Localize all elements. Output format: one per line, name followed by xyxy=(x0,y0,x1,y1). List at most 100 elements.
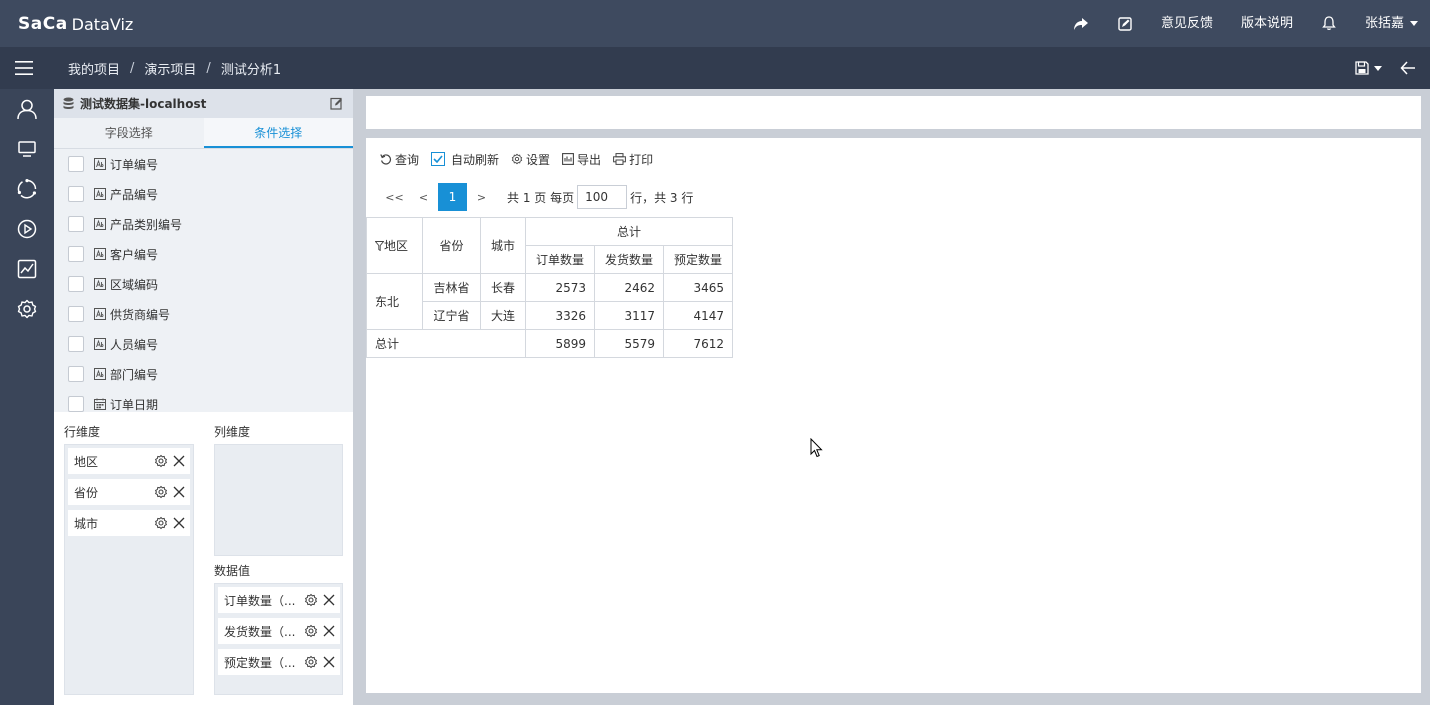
breadcrumb-item-current: 测试分析1 xyxy=(220,62,282,78)
prev-page-button[interactable]: < xyxy=(409,183,438,211)
field-label: 订单编号 xyxy=(110,157,159,172)
breadcrumb-item-demo[interactable]: 演示项目 xyxy=(144,59,196,78)
save-menu-button[interactable] xyxy=(1355,61,1382,75)
text-field-icon xyxy=(94,158,106,170)
field-item[interactable]: 部门编号 xyxy=(54,359,353,389)
field-item[interactable]: 订单编号 xyxy=(54,149,353,179)
value-chip[interactable]: 订单数量（... xyxy=(218,587,340,613)
cell-province: 辽宁省 xyxy=(422,301,481,330)
field-checkbox[interactable] xyxy=(68,246,84,262)
chevron-down-icon xyxy=(1410,21,1418,26)
bell-icon[interactable] xyxy=(1307,0,1351,47)
first-page-button[interactable]: << xyxy=(380,183,409,211)
field-checkbox[interactable] xyxy=(68,186,84,202)
auto-refresh-checkbox[interactable] xyxy=(431,152,446,166)
close-icon[interactable] xyxy=(322,624,336,638)
breadcrumb: 我的项目 / 演示项目 / 测试分析1 xyxy=(68,47,281,89)
row-dims-dropzone[interactable]: 地区 省份 城市 xyxy=(64,444,194,695)
field-checkbox[interactable] xyxy=(68,396,84,412)
gear-icon[interactable] xyxy=(304,624,318,638)
close-icon[interactable] xyxy=(322,655,336,669)
header-province: 省份 xyxy=(422,217,481,274)
rail-item-monitor[interactable] xyxy=(0,129,54,169)
tab-fields[interactable]: 字段选择 xyxy=(54,118,204,148)
share-icon[interactable] xyxy=(1059,0,1103,47)
cell-total-value: 5579 xyxy=(594,329,664,358)
gear-icon[interactable] xyxy=(154,485,168,499)
gear-icon[interactable] xyxy=(154,516,168,530)
chip-label: 城市 xyxy=(74,516,99,531)
print-button[interactable]: 打印 xyxy=(613,151,653,168)
row-dim-chip[interactable]: 省份 xyxy=(68,479,190,505)
feedback-link[interactable]: 意见反馈 xyxy=(1147,0,1227,47)
chip-label: 预定数量（... xyxy=(224,655,296,670)
cell-value: 3117 xyxy=(594,301,664,330)
app-logo[interactable]: SaCa DataViz xyxy=(18,12,133,36)
edit-icon[interactable] xyxy=(1103,0,1147,47)
refresh-circle-icon xyxy=(17,179,37,199)
settings-button[interactable]: 设置 xyxy=(511,151,550,168)
field-checkbox[interactable] xyxy=(68,216,84,232)
back-button[interactable] xyxy=(1400,61,1416,75)
cell-province: 吉林省 xyxy=(422,273,481,302)
row-dim-chip[interactable]: 城市 xyxy=(68,510,190,536)
rail-item-chart[interactable] xyxy=(0,249,54,289)
value-chip[interactable]: 发货数量（... xyxy=(218,618,340,644)
main-area: 查询 自动刷新 设置 导出 打印 << < 1 > 共 1 页 每页 100 行… xyxy=(353,89,1430,705)
field-checkbox[interactable] xyxy=(68,306,84,322)
field-item[interactable]: 区域编码 xyxy=(54,269,353,299)
close-icon[interactable] xyxy=(172,485,186,499)
text-field-icon xyxy=(94,368,106,380)
text-field-icon xyxy=(94,188,106,200)
panel-tabs: 字段选择 条件选择 xyxy=(54,118,353,149)
value-chip[interactable]: 预定数量（... xyxy=(218,649,340,675)
query-label: 查询 xyxy=(395,152,420,167)
top-actions: 意见反馈 版本说明 张括嘉 xyxy=(1059,0,1430,47)
field-item[interactable]: 产品类别编号 xyxy=(54,209,353,239)
tab-conditions[interactable]: 条件选择 xyxy=(203,118,353,148)
export-button[interactable]: 导出 xyxy=(562,151,601,168)
col-dims-dropzone[interactable] xyxy=(214,444,343,556)
next-page-button[interactable]: > xyxy=(467,183,496,211)
rail-item-play[interactable] xyxy=(0,209,54,249)
row-dim-chip[interactable]: 地区 xyxy=(68,448,190,474)
field-checkbox[interactable] xyxy=(68,156,84,172)
field-item[interactable]: 订单日期 xyxy=(54,389,353,412)
rail-item-settings[interactable] xyxy=(0,289,54,329)
release-notes-link[interactable]: 版本说明 xyxy=(1227,0,1307,47)
dataset-header: 测试数据集-localhost xyxy=(54,89,353,118)
chip-label: 省份 xyxy=(74,485,99,500)
page-size-input[interactable] xyxy=(577,185,628,209)
user-menu[interactable]: 张括嘉 xyxy=(1351,0,1430,47)
field-checkbox[interactable] xyxy=(68,366,84,382)
close-icon[interactable] xyxy=(172,454,186,468)
field-item[interactable]: 客户编号 xyxy=(54,239,353,269)
breadcrumb-item-projects[interactable]: 我的项目 xyxy=(68,59,120,78)
menu-toggle-button[interactable] xyxy=(0,47,48,89)
dataset-title: 测试数据集-localhost xyxy=(80,97,207,111)
dataset-edit-button[interactable] xyxy=(330,97,343,110)
field-item[interactable]: 人员编号 xyxy=(54,329,353,359)
header-region[interactable]: 地区 xyxy=(366,217,423,274)
cell-city: 长春 xyxy=(480,273,526,302)
field-checkbox[interactable] xyxy=(68,336,84,352)
chart-icon xyxy=(17,259,37,279)
query-button[interactable]: 查询 xyxy=(380,151,419,168)
gear-icon[interactable] xyxy=(304,593,318,607)
sub-actions xyxy=(1355,47,1416,89)
rail-item-cycle[interactable] xyxy=(0,169,54,209)
field-checkbox[interactable] xyxy=(68,276,84,292)
chip-label: 地区 xyxy=(74,454,99,469)
gear-icon[interactable] xyxy=(304,655,318,669)
user-icon xyxy=(17,99,37,120)
field-item[interactable]: 产品编号 xyxy=(54,179,353,209)
auto-refresh-toggle[interactable]: 自动刷新 xyxy=(431,151,499,168)
close-icon[interactable] xyxy=(172,516,186,530)
rail-item-user[interactable] xyxy=(0,89,54,129)
values-dropzone[interactable]: 订单数量（... 发货数量（... 预定数量（... xyxy=(214,583,343,695)
close-icon[interactable] xyxy=(322,593,336,607)
field-item[interactable]: 供货商编号 xyxy=(54,299,353,329)
gear-icon[interactable] xyxy=(154,454,168,468)
filter-bar[interactable] xyxy=(366,96,1421,129)
current-page[interactable]: 1 xyxy=(438,183,467,211)
